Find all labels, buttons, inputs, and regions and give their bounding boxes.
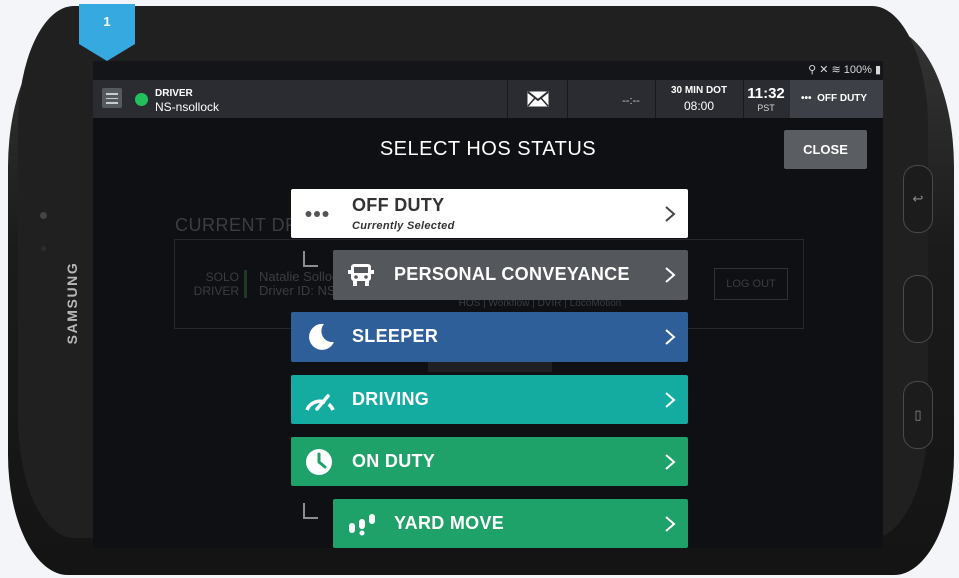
status-option-sleeper[interactable]: SLEEPER bbox=[291, 312, 688, 362]
status-option-label: DRIVING bbox=[352, 389, 430, 409]
chevron-right-icon bbox=[665, 515, 676, 532]
moon-icon bbox=[309, 323, 334, 350]
truck-icon bbox=[348, 264, 374, 286]
driver-name: NS-nsollock bbox=[155, 100, 220, 114]
status-option-on-duty[interactable]: ON DUTY bbox=[291, 437, 688, 486]
app-screen: ⚲ ✕ ≋ 100% ▮ DRIVER NS-nsollock --:-- 30… bbox=[93, 61, 883, 548]
chevron-right-icon bbox=[665, 267, 676, 283]
step-marker bbox=[79, 4, 135, 61]
recent-apps-icon: ↩ bbox=[912, 191, 924, 206]
status-option-yard-move[interactable]: YARD MOVE bbox=[333, 499, 688, 548]
status-option-label: OFF DUTY bbox=[352, 195, 445, 215]
speedometer-icon bbox=[305, 393, 335, 411]
chevron-right-icon bbox=[665, 329, 676, 345]
app-header: DRIVER NS-nsollock --:-- 30 MIN DOT 08:0… bbox=[93, 80, 883, 118]
back-icon: ▯ bbox=[914, 407, 922, 422]
ellipsis-icon bbox=[305, 210, 329, 217]
driver-status-dot bbox=[135, 93, 148, 106]
ellipsis-icon: ••• bbox=[801, 93, 812, 104]
background-status-bar bbox=[244, 270, 247, 298]
android-status-bar: ⚲ ✕ ≋ 100% ▮ bbox=[93, 61, 883, 80]
background-driver-type: SOLO DRIVER bbox=[193, 270, 239, 298]
driver-role-label: DRIVER bbox=[155, 88, 193, 99]
dot-timer-value: 08:00 bbox=[683, 99, 715, 113]
next-break-timer: --:-- bbox=[622, 95, 640, 107]
divider bbox=[507, 80, 508, 118]
close-button[interactable]: CLOSE bbox=[784, 130, 867, 169]
camera-lens bbox=[40, 212, 47, 219]
sub-status-connector bbox=[303, 251, 318, 267]
status-option-personal-conveyance[interactable]: PERSONAL CONVEYANCE bbox=[333, 250, 688, 300]
background-logout-button: LOG OUT bbox=[714, 268, 788, 300]
step-marker-number: 1 bbox=[103, 14, 111, 29]
chevron-right-icon bbox=[665, 453, 676, 470]
status-option-driving[interactable]: DRIVING bbox=[291, 375, 688, 424]
modal-title: SELECT HOS STATUS bbox=[379, 138, 597, 160]
clock-icon bbox=[306, 448, 332, 475]
back-key[interactable]: ▯ bbox=[903, 381, 933, 449]
status-option-label: PERSONAL CONVEYANCE bbox=[394, 264, 630, 284]
yard-move-icon bbox=[349, 513, 375, 535]
current-status-text: OFF DUTY bbox=[817, 93, 868, 104]
chevron-right-icon bbox=[665, 205, 676, 222]
status-option-label: SLEEPER bbox=[352, 326, 439, 346]
status-icons-text: ⚲ ✕ ≋ 100% ▮ bbox=[808, 64, 881, 76]
clock-timezone: PST bbox=[757, 103, 775, 113]
status-option-off-duty[interactable]: OFF DUTY Currently Selected bbox=[291, 189, 688, 238]
status-option-label: ON DUTY bbox=[352, 451, 436, 471]
divider bbox=[567, 80, 568, 118]
recent-apps-key[interactable]: ↩ bbox=[903, 165, 933, 233]
brand-text: SAMSUNG bbox=[64, 261, 80, 345]
status-option-sublabel: Currently Selected bbox=[352, 220, 455, 232]
current-status-label: ••• OFF DUTY bbox=[801, 93, 867, 104]
clock-time: 11:32 bbox=[747, 85, 785, 102]
sub-status-connector bbox=[303, 503, 318, 519]
home-key[interactable] bbox=[903, 275, 933, 343]
menu-icon[interactable] bbox=[102, 88, 122, 108]
dot-timer-label: 30 MIN DOT bbox=[670, 85, 728, 96]
status-option-label: YARD MOVE bbox=[394, 513, 505, 533]
mail-icon[interactable] bbox=[527, 91, 549, 107]
light-sensor bbox=[41, 246, 46, 251]
brand-logo: SAMSUNG bbox=[56, 253, 88, 353]
chevron-right-icon bbox=[665, 391, 676, 408]
current-status-button[interactable]: ••• OFF DUTY bbox=[790, 80, 883, 118]
background-driver-id: Driver ID: NS bbox=[259, 283, 336, 298]
